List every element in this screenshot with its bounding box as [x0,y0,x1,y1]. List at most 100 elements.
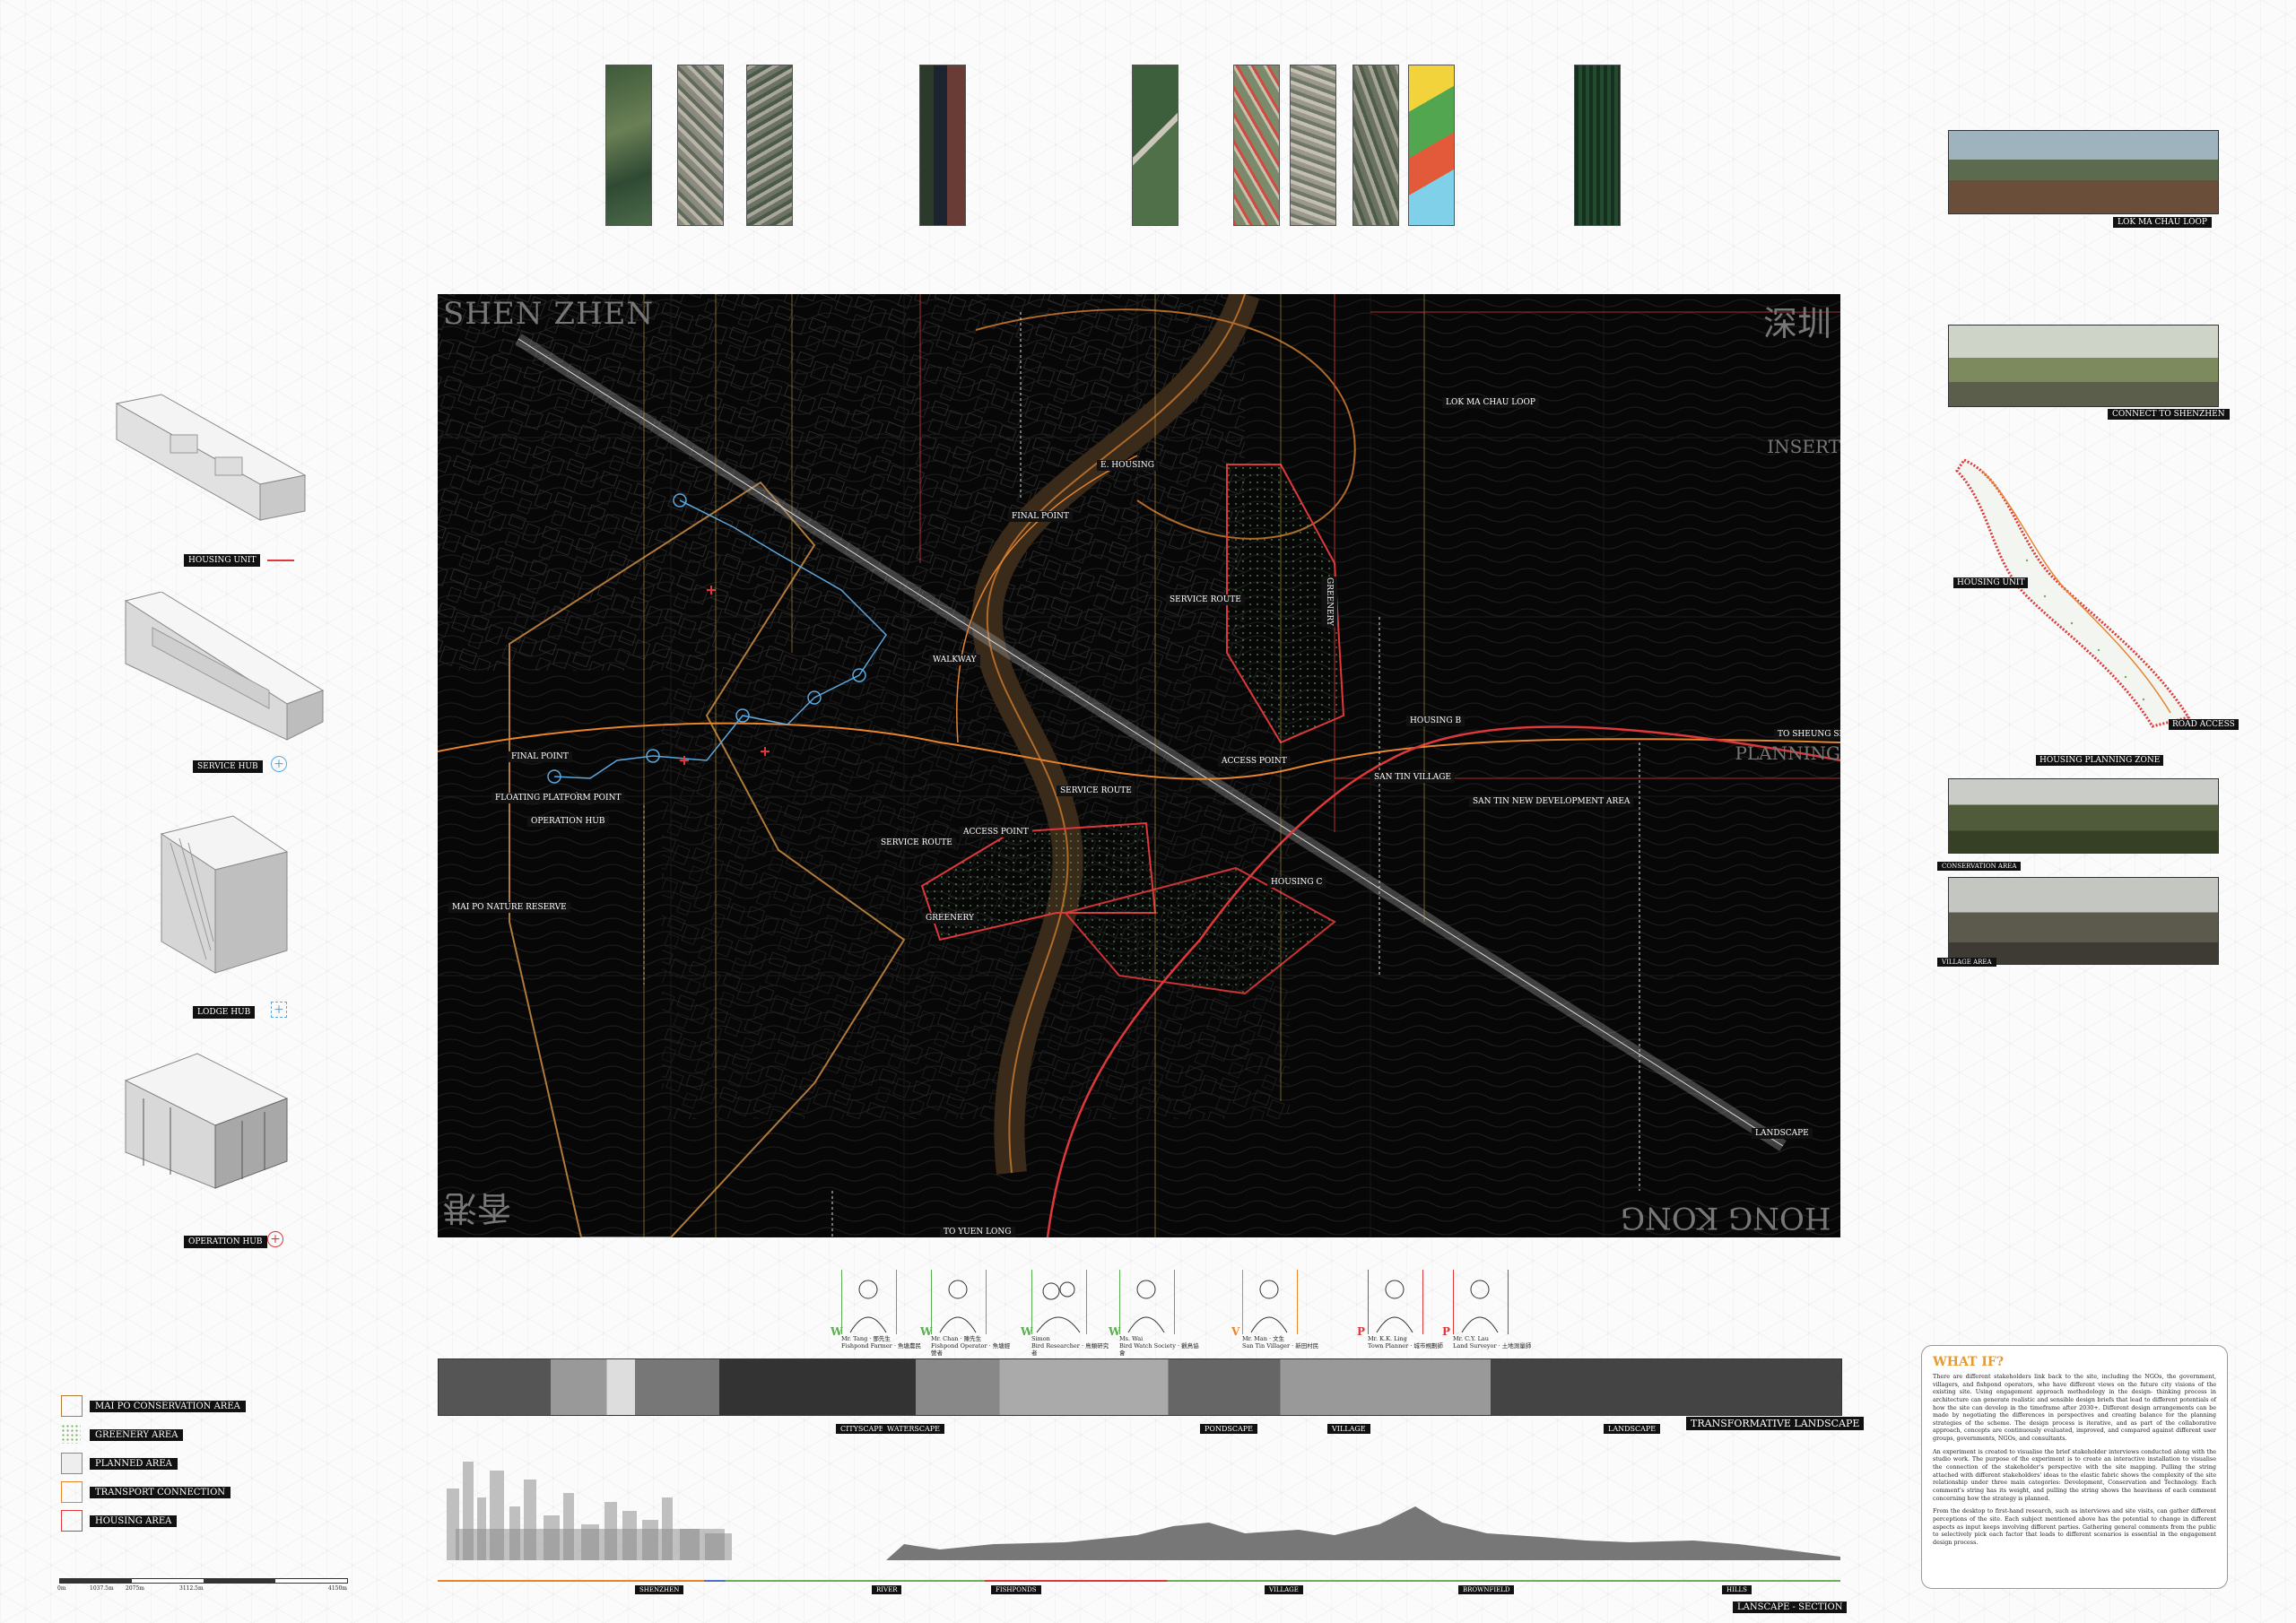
stakeholder-2[interactable]: W Mr. Chan · 陳先生 Fishpond Operator · 魚塘經營… [920,1263,1010,1356]
label-access-point-mid: ACCESS POINT [1218,756,1291,767]
blue-plus-circle-icon: + [271,756,287,772]
label-housing-e: E. HOUSING [1097,460,1158,471]
red-line-icon [267,560,294,561]
section-strip-cityscape: CITYSCAPE [836,1424,889,1434]
aerial-strip-6 [1233,65,1280,226]
aerial-strip-8 [1352,65,1399,226]
what-if-title: WHAT IF? [1933,1355,2005,1369]
aerial-strip-3 [746,65,793,226]
aerial-strip-4 [919,65,966,226]
stakeholder-7-name: Mr. C.Y. Lau [1453,1335,1489,1342]
aerial-strip-2 [677,65,724,226]
landscape-section-silhouette [447,1462,1840,1560]
label-final-point-top: FINAL POINT [1008,511,1073,522]
aerial-strip-10 [1574,65,1621,226]
label-walkway: WALKWAY [929,655,980,665]
aerial-strip-9 [1408,65,1455,226]
photo-lok-ma-chau-loop [1948,130,2219,214]
stakeholder-4[interactable]: W Ms. Wai Bird Watch Society · 觀鳥協會 [1109,1263,1199,1356]
aerial-strip-7 [1290,65,1336,226]
label-greenery-top: GREENERY [1321,577,1337,627]
stakeholder-1[interactable]: W Mr. Tang · 鄧先生 Fishpond Farmer · 魚塘農民 [831,1263,921,1350]
label-greenery-low: GREENERY [922,913,978,924]
map-insert-label: INSERT [1767,436,1840,457]
stakeholder-6[interactable]: P Mr. K.K. Ling Town Planner · 城市規劃師 [1357,1263,1443,1350]
stakeholder-1-role: Fishpond Farmer · 魚塘農民 [841,1341,921,1350]
scale-tick-1: 1037.5m [90,1585,114,1592]
zone-fishponds: FISHPONDS [991,1585,1041,1594]
what-if-panel: WHAT IF? There are different stakeholder… [1921,1345,2228,1589]
map-hongkong-cn: 香港 [443,1188,512,1228]
label-to-yuen-long: TO YUEN LONG [940,1227,1015,1237]
legend-label-mai-po: MAI PO CONSERVATION AREA [90,1401,246,1412]
stakeholder-2-role: Fishpond Operator · 魚塘經營者 [931,1341,1011,1357]
aerial-section-strip [438,1358,1842,1416]
label-lok-ma-chau-loop: LOK MA CHAU LOOP [1442,397,1539,408]
service-hub-iso [124,592,325,741]
photo-caption-conservation: CONSERVATION AREA [1937,862,2022,871]
legend-label-housing: HOUSING AREA [90,1515,178,1527]
blue-bracket-plus-icon: + [271,1002,287,1018]
label-to-sheung-shui: TO SHEUNG SHUI [1774,729,1840,740]
scale-tick-2: 2075m [126,1585,144,1592]
zone-hills: HILLS [1722,1585,1752,1594]
label-final-point-left: FINAL POINT [508,751,572,762]
stakeholder-1-name: Mr. Tang · 鄧先生 [841,1335,891,1342]
legend-swatch-transport [61,1481,83,1503]
stakeholder-5-initial: V [1231,1325,1240,1338]
legend-swatch-greenery [61,1424,81,1444]
hub-label-operation-hub: OPERATION HUB [184,1236,267,1248]
section-caption: LANSCAPE - SECTION [1733,1601,1848,1613]
stakeholder-6-name: Mr. K.K. Ling [1368,1335,1407,1342]
label-housing-c: HOUSING C [1267,877,1326,888]
housing-planning-zone [1955,458,2191,728]
site-map: SHEN ZHEN 深圳 HONG KONG 香港 INSERT PLANNIN… [438,294,1840,1237]
label-landscape: LANDSCAPE [1752,1128,1813,1139]
zone-shenzhen: SHENZHEN [635,1585,684,1594]
label-access-point-low: ACCESS POINT [960,827,1032,838]
label-service-route-mid: SERVICE ROUTE [1057,785,1135,796]
red-plus-circle-icon: + [267,1231,283,1247]
scale-tick-4: 4150m [328,1585,347,1592]
housing-unit-iso [115,394,307,521]
photo-caption-connect-shenzhen: CONNECT TO SHENZHEN [2108,409,2230,420]
hub-label-housing-unit: HOUSING UNIT [184,554,261,567]
hub-label-service-hub: SERVICE HUB [193,760,263,773]
photo-village-area [1948,877,2219,965]
map-hongkong-en: HONG KONG [1621,1200,1831,1236]
photo-caption-lok-ma-chau: LOK MA CHAU LOOP [2113,217,2212,228]
legend-label-transport: TRANSPORT CONNECTION [90,1487,231,1498]
photo-connect-shenzhen [1948,325,2219,407]
section-strip-landscape: LANDSCAPE [1604,1424,1661,1434]
scale-tick-3: 3112.5m [179,1585,204,1592]
what-if-paragraph-3: From the desktop to first-hand research,… [1933,1507,2216,1546]
housing-plan-zone-label: HOUSING PLANNING ZONE [2036,755,2164,766]
what-if-paragraph-2: An experiment is created to visualise th… [1933,1447,2216,1502]
what-if-paragraph-1: There are different stakeholders link ba… [1933,1373,2216,1443]
housing-plan-road-label: ROAD ACCESS [2169,719,2239,730]
photo-conservation-area [1948,778,2219,854]
stakeholder-3[interactable]: W Simon Bird Researcher · 鳥類研究者 [1021,1263,1109,1356]
stakeholder-5[interactable]: V Mr. Man · 文生 San Tin Villager · 新田村民 [1231,1263,1318,1350]
section-title: TRANSFORMATIVE LANDSCAPE [1686,1417,1865,1430]
operation-hub-iso [124,1053,289,1189]
stakeholder-7[interactable]: P Mr. C.Y. Lau Land Surveyor · 土地測量師 [1442,1263,1531,1350]
section-strip-pondscape: PONDSCAPE [1200,1424,1257,1434]
lodge-hub-iso [160,815,289,974]
label-san-tin-dev: SAN TIN NEW DEVELOPMENT AREA [1469,796,1634,807]
label-housing-b: HOUSING B [1406,716,1465,726]
stakeholder-6-initial: P [1357,1325,1366,1338]
stakeholder-7-role: Land Surveyor · 土地測量師 [1453,1341,1532,1350]
map-shenzhen-en: SHEN ZHEN [443,296,655,332]
legend-swatch-housing [61,1510,83,1532]
stakeholder-5-role: San Tin Villager · 新田村民 [1242,1341,1319,1350]
legend-label-greenery: GREENERY AREA [90,1429,184,1441]
stakeholder-3-role: Bird Researcher · 鳥類研究者 [1031,1341,1109,1357]
zone-brownfield: BROWNFIELD [1458,1585,1515,1594]
label-floating-platform: FLOATING PLATFORM POINT [491,793,625,803]
scale-tick-0: 0m [57,1585,66,1592]
legend-label-planned: PLANNED AREA [90,1458,178,1470]
legend-swatch-planned [61,1453,83,1474]
stakeholder-7-initial: P [1442,1325,1451,1338]
stakeholder-2-name: Mr. Chan · 陳先生 [931,1335,982,1342]
